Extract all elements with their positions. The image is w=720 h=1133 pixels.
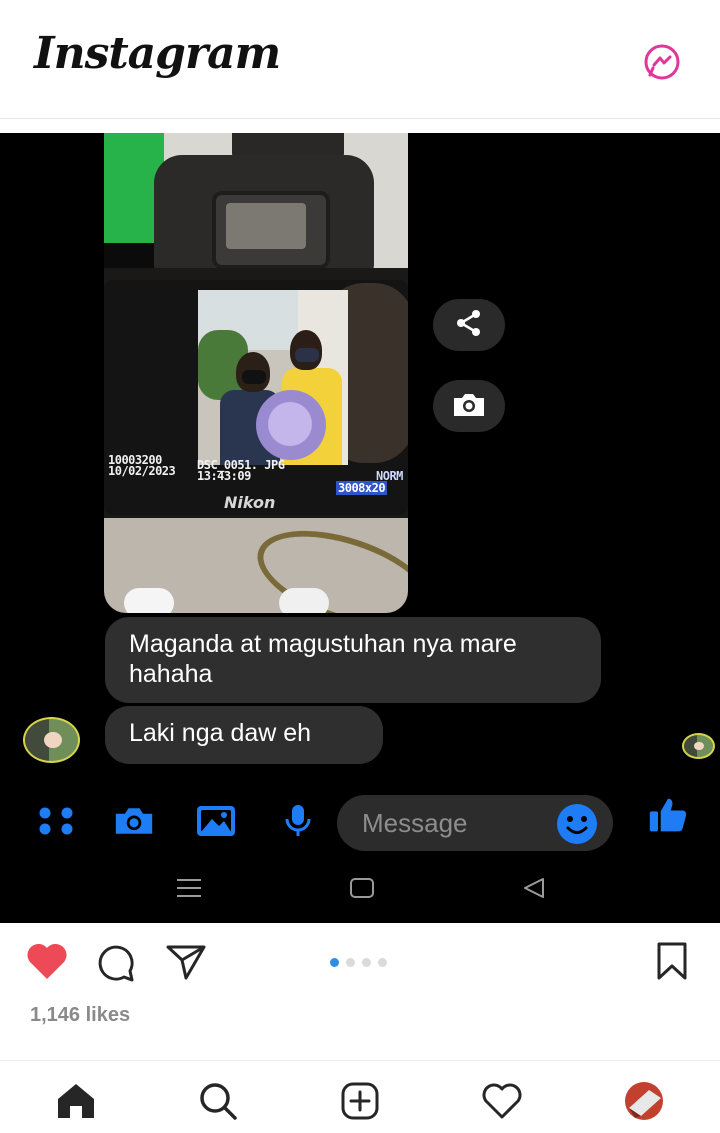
camera-icon — [451, 390, 487, 423]
share-icon — [454, 309, 484, 342]
likes-count[interactable]: 1,146 likes — [30, 1004, 130, 1027]
message-input[interactable]: Message — [337, 795, 613, 851]
carousel-indicator — [330, 958, 387, 967]
new-post-icon[interactable] — [338, 1079, 382, 1123]
like-heart-icon[interactable] — [24, 940, 70, 982]
apps-icon[interactable] — [36, 803, 76, 839]
profile-avatar-icon[interactable] — [622, 1079, 666, 1123]
system-navigation-bar — [0, 868, 720, 908]
bookmark-icon[interactable] — [652, 940, 692, 982]
save-photo-button[interactable] — [433, 380, 505, 432]
message-placeholder: Message — [362, 808, 468, 838]
gallery-icon[interactable] — [196, 803, 236, 839]
message-bubble[interactable]: Laki nga daw eh — [105, 706, 383, 764]
lcd-preview-photo — [198, 290, 348, 465]
carousel-dot — [346, 958, 355, 967]
back-triangle-icon[interactable] — [519, 874, 549, 902]
messenger-icon[interactable] — [642, 42, 682, 82]
carousel-dot — [378, 958, 387, 967]
emoji-icon[interactable] — [556, 803, 598, 845]
activity-heart-icon[interactable] — [480, 1079, 524, 1123]
instagram-header: Instagram — [0, 0, 720, 119]
carousel-dot — [330, 958, 339, 967]
camera-icon[interactable] — [114, 803, 154, 839]
instagram-logo[interactable]: Instagram — [34, 28, 281, 79]
message-text: Laki nga daw eh — [129, 719, 312, 747]
messenger-screenshot: 10003200 10/02/2023 DSC_0051. JPG 13:43:… — [0, 133, 720, 923]
share-send-icon[interactable] — [164, 942, 208, 982]
message-bubble[interactable]: Maganda at magustuhan nya mare hahaha — [105, 617, 601, 703]
seen-receipt-avatar — [682, 733, 715, 759]
post-actions: 1,146 likes — [0, 924, 720, 1059]
message-text: Maganda at magustuhan nya mare hahaha — [129, 630, 517, 688]
like-thumb-icon[interactable] — [648, 797, 688, 833]
carousel-dot — [362, 958, 371, 967]
home-square-icon[interactable] — [347, 874, 377, 902]
home-icon[interactable] — [54, 1079, 98, 1123]
osd-image-size: 3008x20 — [336, 481, 388, 495]
sender-avatar[interactable] — [23, 717, 80, 763]
comment-icon[interactable] — [94, 942, 138, 984]
menu-icon[interactable] — [174, 874, 204, 902]
bottom-navigation — [0, 1060, 720, 1133]
camera-brand: Nikon — [224, 493, 276, 512]
share-button[interactable] — [433, 299, 505, 351]
osd-filename: DSC_0051. JPG 13:43:09 — [197, 458, 285, 483]
search-icon[interactable] — [196, 1079, 240, 1123]
message-composer: Message — [0, 793, 720, 851]
microphone-icon[interactable] — [278, 803, 318, 839]
osd-file-info: 10003200 10/02/2023 — [108, 453, 176, 478]
shared-photo[interactable]: 10003200 10/02/2023 DSC_0051. JPG 13:43:… — [104, 133, 408, 613]
